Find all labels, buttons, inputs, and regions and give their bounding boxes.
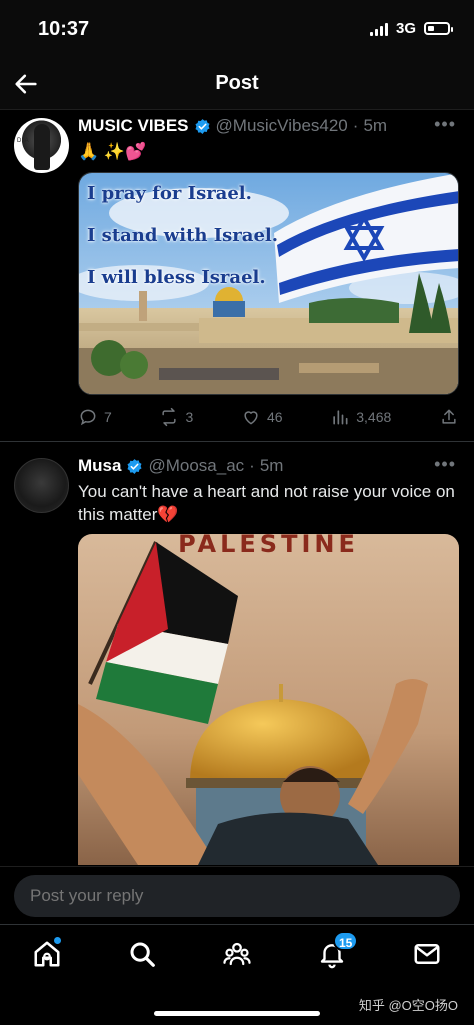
views-button[interactable]: 3,468	[330, 407, 391, 427]
post-musa[interactable]: Musa @Moosa_ac · 5m ••• You can't have a…	[0, 450, 474, 865]
notifications-badge: 15	[333, 931, 359, 951]
nav-communities[interactable]	[222, 939, 252, 969]
author-handle[interactable]: @Moosa_ac	[148, 456, 244, 476]
author-name[interactable]: MUSIC VIBES	[78, 116, 189, 136]
nav-search[interactable]	[127, 939, 157, 969]
verified-icon	[195, 118, 210, 134]
author-handle[interactable]: @MusicVibes420	[216, 116, 348, 136]
image-title: PALESTINE	[178, 534, 359, 558]
repost-button[interactable]: 3	[159, 407, 193, 427]
signal-icon	[369, 22, 388, 36]
share-button[interactable]	[439, 407, 459, 427]
home-indicator[interactable]	[154, 1011, 320, 1016]
avatar-label: D A	[17, 138, 30, 144]
reply-button[interactable]: 7	[78, 407, 112, 427]
post-actions: 7 3 46 3,468	[78, 406, 459, 428]
post-image-palestine[interactable]: PALESTINE	[78, 534, 459, 865]
reply-input[interactable]	[14, 875, 460, 917]
nav-notifications[interactable]: 15	[317, 931, 359, 969]
post-time: 5m	[363, 116, 388, 135]
watermark: 知乎 @O空O扬O	[358, 998, 458, 1013]
author-name[interactable]: Musa	[78, 456, 121, 476]
post-header: MUSIC VIBES @MusicVibes420 · 5m	[78, 116, 388, 136]
more-icon[interactable]: •••	[434, 454, 456, 475]
status-time: 10:37	[38, 18, 90, 40]
like-icon	[244, 411, 258, 425]
image-text-line-2: I stand with Israel.	[87, 225, 278, 246]
top-app-bar: Post	[0, 58, 474, 110]
unread-dot	[54, 937, 61, 944]
image-text-line-1: I pray for Israel.	[87, 183, 252, 204]
bottom-navigation: 15 知乎 @O空O扬O	[0, 924, 474, 1025]
status-bar: 10:37 3G	[0, 0, 474, 58]
battery-icon	[424, 22, 453, 35]
post-image-israel[interactable]: I pray for Israel. I stand with Israel. …	[78, 172, 459, 395]
image-text-line-3: I will bless Israel.	[87, 267, 266, 288]
network-type: 3G	[395, 20, 416, 37]
repost-icon	[162, 407, 177, 427]
post-text: 🙏 ✨💕	[78, 142, 147, 161]
share-icon	[442, 409, 456, 424]
status-indicators: 3G	[369, 20, 453, 37]
more-icon[interactable]: •••	[434, 114, 456, 135]
avatar[interactable]	[14, 458, 69, 513]
views-icon	[333, 410, 348, 425]
palestine-flag-illustration	[78, 534, 459, 865]
reply-icon	[80, 409, 96, 426]
reply-count: 7	[104, 409, 112, 425]
post-text: You can't have a heart and not raise you…	[78, 482, 455, 524]
communities-icon	[223, 942, 251, 966]
avatar[interactable]: D A	[14, 118, 69, 173]
nav-messages[interactable]	[412, 939, 442, 969]
like-count: 46	[266, 409, 283, 425]
like-button[interactable]: 46	[241, 407, 283, 427]
nav-home[interactable]	[32, 937, 62, 969]
verified-icon	[127, 458, 142, 474]
messages-icon	[414, 944, 440, 964]
post-music-vibes[interactable]: D A MUSIC VIBES @MusicVibes420 · 5m ••• …	[0, 110, 474, 442]
search-icon	[130, 942, 155, 967]
post-header: Musa @Moosa_ac · 5m	[78, 456, 284, 476]
repost-count: 3	[185, 409, 194, 425]
post-time: 5m	[259, 456, 284, 475]
view-count: 3,468	[356, 409, 392, 425]
page-title: Post	[215, 72, 259, 94]
reply-bar	[0, 866, 474, 924]
